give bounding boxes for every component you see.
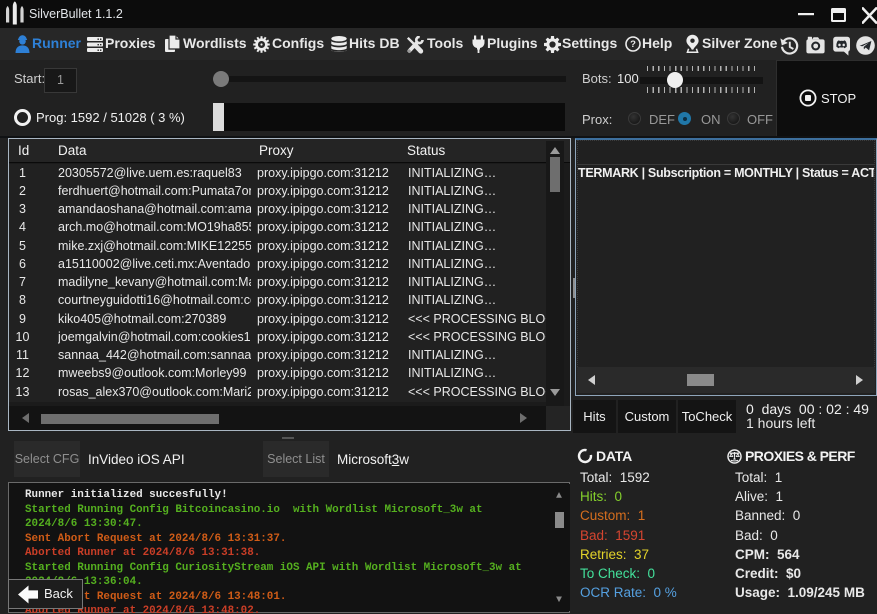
svg-text:?: ? [630, 39, 636, 50]
